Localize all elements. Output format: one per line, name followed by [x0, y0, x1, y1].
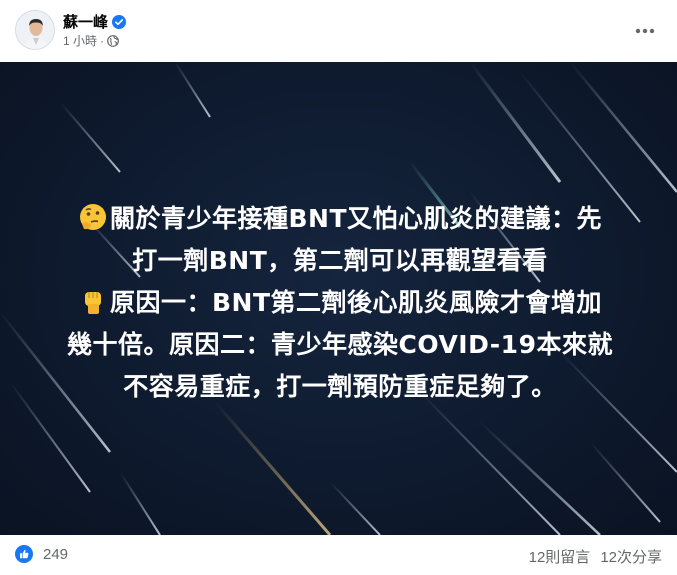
like-icon[interactable] — [15, 545, 33, 563]
caption-line-2: 打一劑BNT，第二劑可以再觀望看看 — [132, 246, 548, 275]
post-image[interactable]: 關於青少年接種BNT又怕心肌炎的建議：先 打一劑BNT，第二劑可以再觀望看看 原… — [0, 62, 677, 535]
image-caption: 關於青少年接種BNT又怕心肌炎的建議：先 打一劑BNT，第二劑可以再觀望看看 原… — [30, 198, 650, 408]
caption-line-3-text: 原因一：BNT第二劑後心肌炎風險才會增加 — [109, 288, 603, 317]
footer-stats: 12則留言 12次分享 — [529, 546, 662, 567]
caption-line-1: 關於青少年接種BNT又怕心肌炎的建議：先 — [30, 198, 650, 240]
caption-line-1-text: 關於青少年接種BNT又怕心肌炎的建議：先 — [109, 204, 603, 233]
meta-separator: · — [100, 33, 105, 48]
caption-line-4: 幾十倍。原因二：青少年感染COVID-19本來就 — [67, 330, 613, 359]
post-header: 蘇一峰 1 小時 · — [0, 0, 677, 62]
post-meta: 1 小時 · — [63, 32, 119, 49]
thinking-face-icon — [78, 202, 108, 232]
avatar[interactable] — [15, 10, 55, 50]
shares-count[interactable]: 12次分享 — [600, 546, 662, 567]
author-name[interactable]: 蘇一峰 — [63, 11, 108, 32]
more-icon — [635, 28, 655, 34]
caption-line-5: 不容易重症，打一劑預防重症足夠了。 — [123, 372, 557, 401]
more-options-button[interactable] — [628, 14, 662, 48]
comments-count[interactable]: 12則留言 — [529, 546, 591, 567]
raised-fist-icon — [78, 286, 108, 316]
globe-icon[interactable] — [107, 34, 119, 47]
caption-line-3: 原因一：BNT第二劑後心肌炎風險才會增加 — [30, 282, 650, 324]
post-time[interactable]: 1 小時 — [63, 32, 97, 49]
verified-icon — [112, 14, 127, 29]
like-count[interactable]: 249 — [43, 546, 68, 563]
author-row: 蘇一峰 — [63, 11, 127, 32]
post-footer: 249 12則留言 12次分享 — [0, 535, 677, 575]
